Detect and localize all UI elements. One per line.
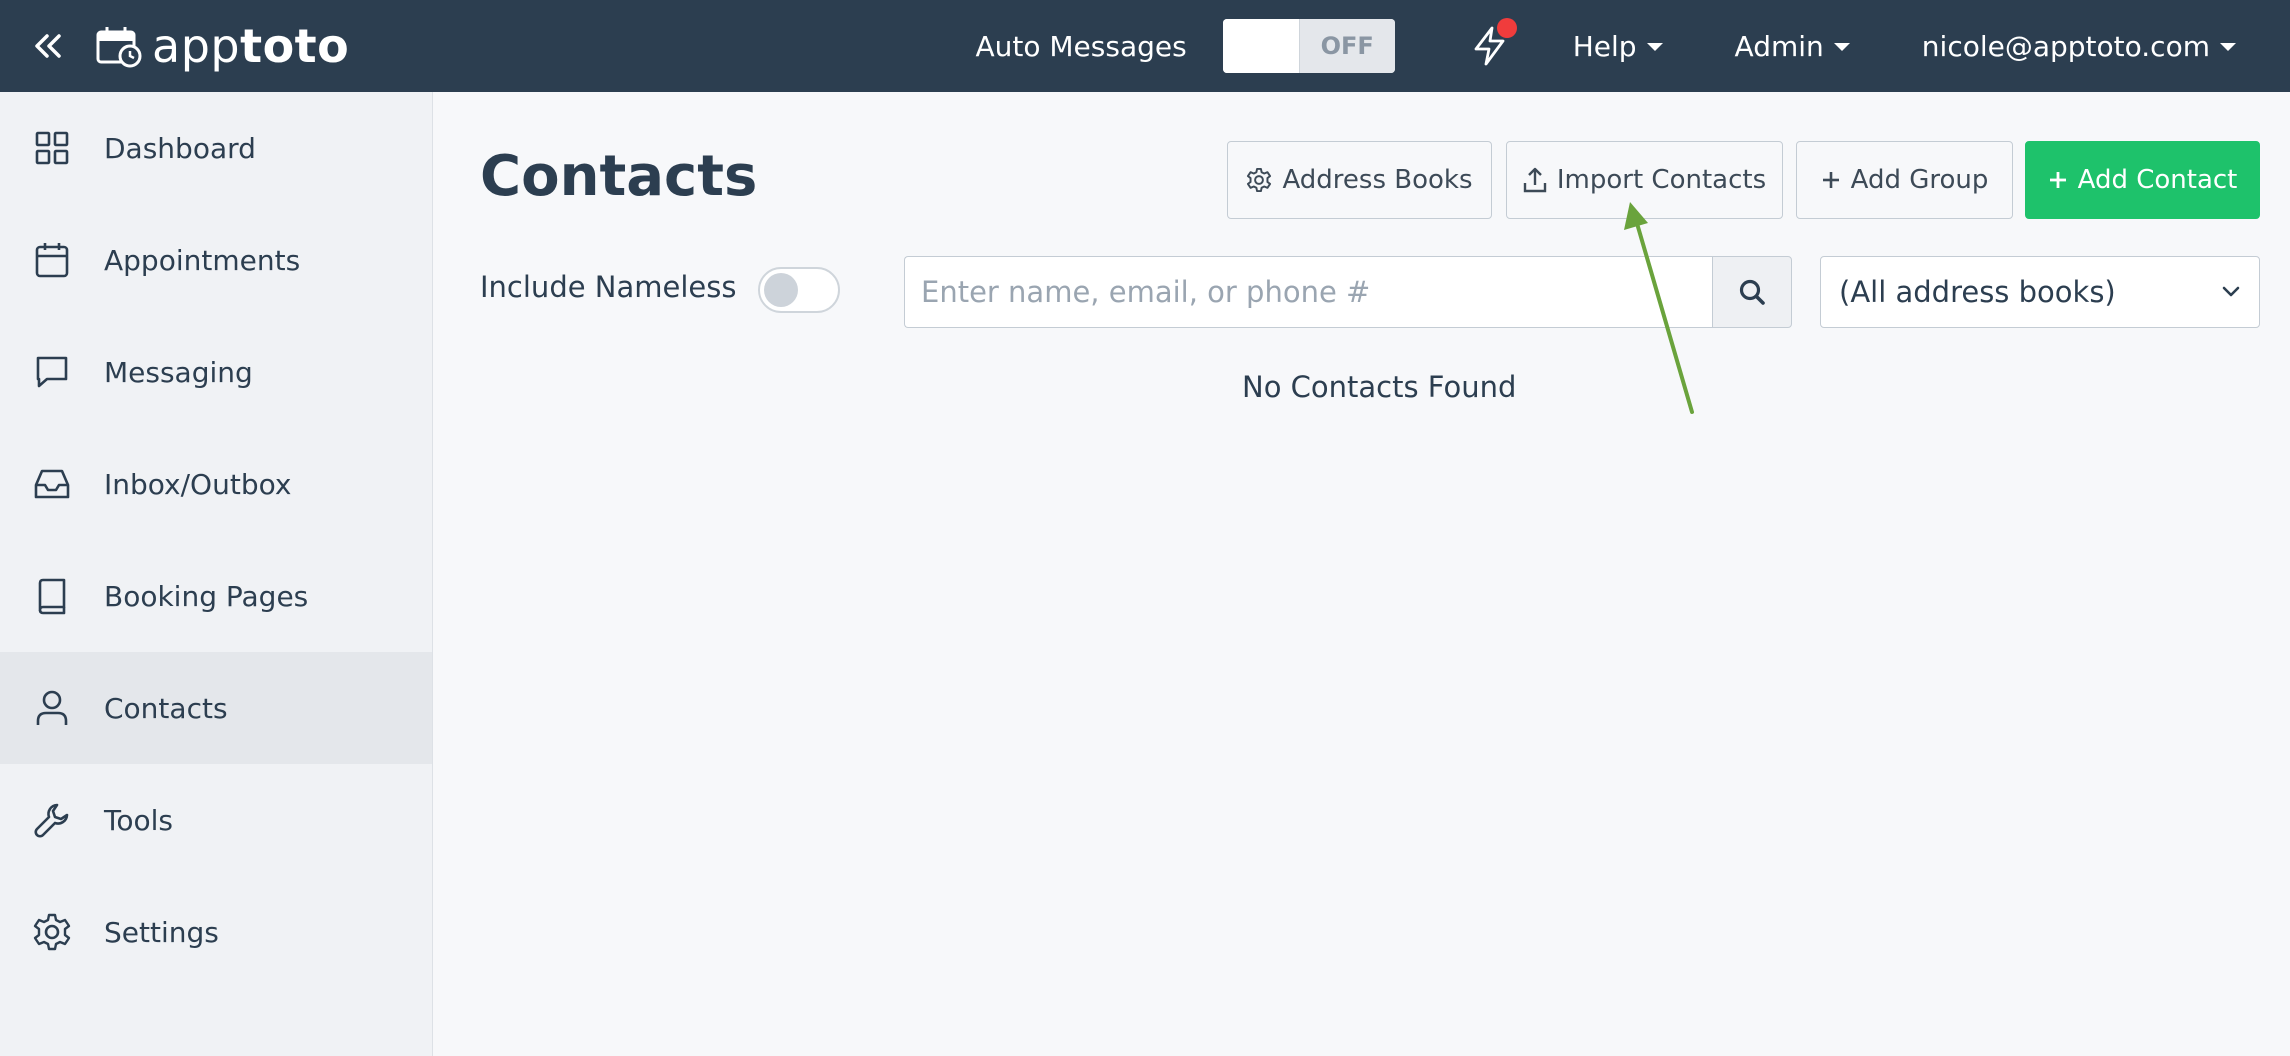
include-nameless-toggle[interactable] xyxy=(758,267,840,313)
double-chevron-left-icon xyxy=(35,34,61,58)
book-icon xyxy=(38,578,66,615)
empty-state-message: No Contacts Found xyxy=(1242,370,1517,404)
contact-search-input[interactable] xyxy=(904,256,1712,328)
grid-icon xyxy=(35,131,69,165)
user-dropdown[interactable]: nicole@apptoto.com xyxy=(1922,30,2236,63)
import-contacts-label: Import Contacts xyxy=(1556,165,1767,195)
address-book-selected: (All address books) xyxy=(1839,275,2116,309)
notification-dot xyxy=(1496,18,1517,38)
plus-icon xyxy=(1822,172,1839,188)
calendar-clock-logo-icon xyxy=(96,27,142,68)
brand-logo[interactable]: apptoto xyxy=(96,19,349,73)
caret-down-icon xyxy=(1646,43,1663,51)
sidebar-item-dashboard[interactable]: Dashboard xyxy=(0,92,432,204)
add-contact-button[interactable]: Add Contact xyxy=(2025,141,2260,219)
page-title: Contacts xyxy=(480,144,758,209)
caret-down-icon xyxy=(2220,43,2236,51)
sidebar-item-label: Appointments xyxy=(104,243,301,277)
auto-messages-toggle[interactable]: OFF xyxy=(1222,19,1395,73)
sidebar-item-label: Contacts xyxy=(104,691,228,725)
sidebar-item-label: Settings xyxy=(104,915,219,949)
sidebar-item-label: Inbox/Outbox xyxy=(104,467,292,501)
annotation-arrow xyxy=(1624,202,1694,414)
person-icon xyxy=(36,690,68,725)
caret-down-icon xyxy=(1833,43,1850,51)
gear-icon xyxy=(33,913,71,951)
user-email: nicole@apptoto.com xyxy=(1921,29,2210,63)
include-nameless-label: Include Nameless xyxy=(480,270,737,304)
address-books-label: Address Books xyxy=(1282,165,1473,195)
add-group-button[interactable]: Add Group xyxy=(1796,141,2013,219)
chat-icon xyxy=(36,356,68,388)
top-navbar: apptoto Auto Messages OFF Help Admin nic… xyxy=(0,0,2290,92)
help-label: Help xyxy=(1572,29,1637,63)
toggle-state-label: OFF xyxy=(1298,19,1395,73)
sidebar-item-label: Dashboard xyxy=(104,131,256,165)
inbox-icon xyxy=(34,469,70,499)
auto-messages-label: Auto Messages xyxy=(975,29,1187,63)
collapse-sidebar-button[interactable] xyxy=(0,0,96,92)
sidebar-item-inbox-outbox[interactable]: Inbox/Outbox xyxy=(0,428,432,540)
address-book-select[interactable]: (All address books) xyxy=(1820,256,2260,328)
sidebar-item-booking-pages[interactable]: Booking Pages xyxy=(0,540,432,652)
sidebar-item-settings[interactable]: Settings xyxy=(0,876,432,988)
main-content: Contacts Address Books Import Contacts A… xyxy=(434,92,2290,1056)
search-icon xyxy=(1739,279,1765,305)
sidebar-item-messaging[interactable]: Messaging xyxy=(0,316,432,428)
admin-label: Admin xyxy=(1734,29,1824,63)
navbar-right: Auto Messages OFF Help Admin nicole@appt… xyxy=(975,0,2290,92)
upload-icon xyxy=(1523,167,1547,193)
search-button[interactable] xyxy=(1712,256,1792,328)
sidebar-item-tools[interactable]: Tools xyxy=(0,764,432,876)
gear-icon xyxy=(1247,167,1272,193)
add-contact-label: Add Contact xyxy=(2077,165,2238,195)
sidebar-item-label: Booking Pages xyxy=(104,579,309,613)
add-group-label: Add Group xyxy=(1850,165,1989,195)
toggle-knob xyxy=(764,273,798,307)
brand-name: apptoto xyxy=(152,19,350,73)
wrench-icon xyxy=(34,803,69,838)
notifications-button[interactable] xyxy=(1465,16,1517,76)
chevron-down-icon xyxy=(2222,286,2240,297)
sidebar-item-label: Tools xyxy=(104,803,173,837)
plus-icon xyxy=(2049,172,2066,188)
import-contacts-button[interactable]: Import Contacts xyxy=(1506,141,1783,219)
toggle-knob xyxy=(1222,19,1299,73)
sidebar: Dashboard Appointments Messaging Inbox/O… xyxy=(0,92,433,1056)
admin-dropdown[interactable]: Admin xyxy=(1735,30,1850,63)
sidebar-item-label: Messaging xyxy=(104,355,253,389)
address-books-button[interactable]: Address Books xyxy=(1227,141,1492,219)
sidebar-item-appointments[interactable]: Appointments xyxy=(0,204,432,316)
help-dropdown[interactable]: Help xyxy=(1573,30,1663,63)
sidebar-item-contacts[interactable]: Contacts xyxy=(0,652,432,764)
calendar-icon xyxy=(35,243,69,278)
